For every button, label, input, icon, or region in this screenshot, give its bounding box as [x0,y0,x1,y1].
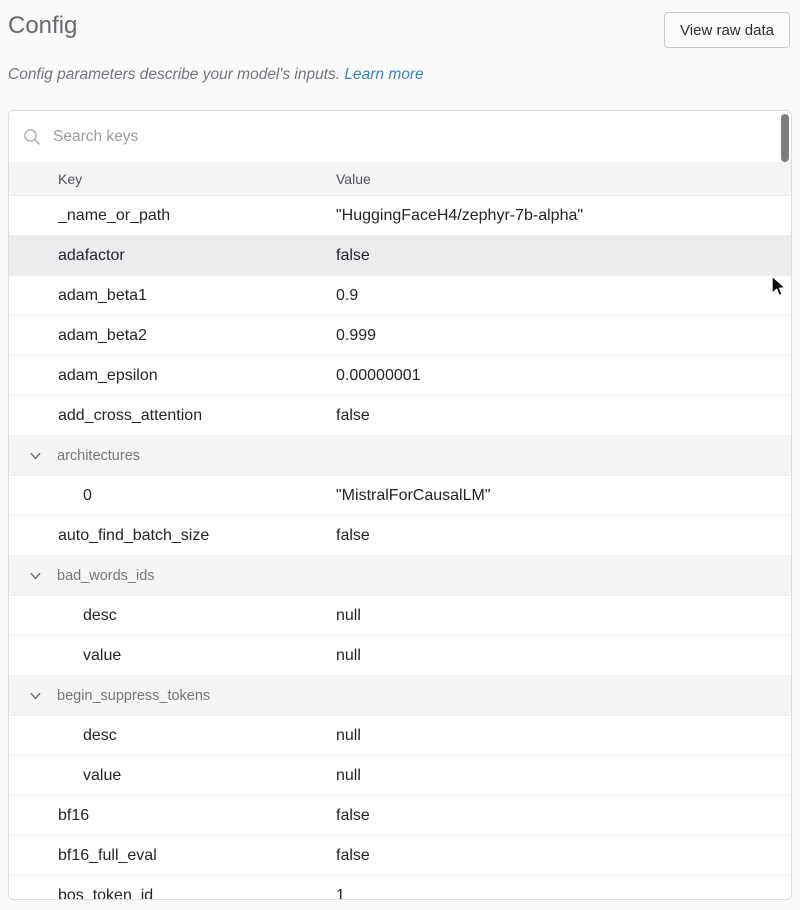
config-row[interactable]: bf16_full_eval false [9,836,791,876]
row-key: auto_find_batch_size [58,527,209,545]
row-value: 0.00000001 [336,367,421,385]
row-key: add_cross_attention [58,407,202,425]
page-title: Config [8,12,77,41]
row-key: _name_or_path [58,207,170,225]
row-key: bf16_full_eval [58,847,157,865]
row-key: begin_suppress_tokens [57,688,210,704]
config-panel: Key Value _name_or_path "HuggingFaceH4/ze… [8,110,792,900]
row-value: null [336,647,361,665]
row-value: 0.9 [336,287,358,305]
row-key: adam_beta2 [58,327,147,345]
page-header: Config View raw data [8,12,790,48]
row-value: false [336,527,370,545]
config-description: Config parameters describe your model's … [8,66,424,84]
row-key: bos_token_id [58,887,153,901]
column-header-value: Value [336,171,371,187]
row-key: bad_words_ids [57,568,155,584]
chevron-down-icon[interactable] [28,568,43,583]
row-value: "HuggingFaceH4/zephyr-7b-alpha" [336,207,583,225]
row-value: false [336,247,370,265]
learn-more-link[interactable]: Learn more [344,66,423,83]
config-row[interactable]: desc null [9,596,791,636]
config-row[interactable]: adam_beta2 0.999 [9,316,791,356]
row-key: value [83,767,121,785]
search-icon [23,128,41,146]
column-header-key: Key [58,171,82,187]
row-key: architectures [57,448,140,464]
config-row[interactable]: adam_beta1 0.9 [9,276,791,316]
config-row[interactable]: 0 "MistralForCausalLM" [9,476,791,516]
row-key: desc [83,607,117,625]
search-bar [9,111,791,162]
config-row[interactable]: _name_or_path "HuggingFaceH4/zephyr-7b-al… [9,196,791,236]
config-group-row[interactable]: bad_words_ids [9,556,791,596]
view-raw-data-button[interactable]: View raw data [664,12,790,48]
row-value: null [336,727,361,745]
row-key: adam_beta1 [58,287,147,305]
row-key: 0 [83,487,92,505]
row-value: false [336,847,370,865]
config-description-text: Config parameters describe your model's … [8,66,344,83]
config-row[interactable]: auto_find_batch_size false [9,516,791,556]
config-row[interactable]: bf16 false [9,796,791,836]
row-key: value [83,647,121,665]
row-key: adafactor [58,247,125,265]
chevron-down-icon[interactable] [28,688,43,703]
config-row[interactable]: value null [9,756,791,796]
config-group-row[interactable]: architectures [9,436,791,476]
config-row[interactable]: desc null [9,716,791,756]
row-value: "MistralForCausalLM" [336,487,491,505]
row-value: null [336,767,361,785]
chevron-down-icon[interactable] [28,448,43,463]
config-row[interactable]: bos_token_id 1 [9,876,791,900]
row-value: 1 [336,887,345,901]
row-key: bf16 [58,807,89,825]
config-table-body: _name_or_path "HuggingFaceH4/zephyr-7b-al… [9,196,791,900]
config-row[interactable]: adafactor false [9,236,791,276]
search-input[interactable] [51,127,791,147]
row-value: 0.999 [336,327,376,345]
row-key: desc [83,727,117,745]
table-header: Key Value [9,162,791,196]
row-key: adam_epsilon [58,367,158,385]
row-value: false [336,807,370,825]
row-value: null [336,607,361,625]
row-value: false [336,407,370,425]
scrollbar-thumb[interactable] [781,114,789,162]
config-row[interactable]: value null [9,636,791,676]
config-row[interactable]: adam_epsilon 0.00000001 [9,356,791,396]
config-group-row[interactable]: begin_suppress_tokens [9,676,791,716]
config-row[interactable]: add_cross_attention false [9,396,791,436]
